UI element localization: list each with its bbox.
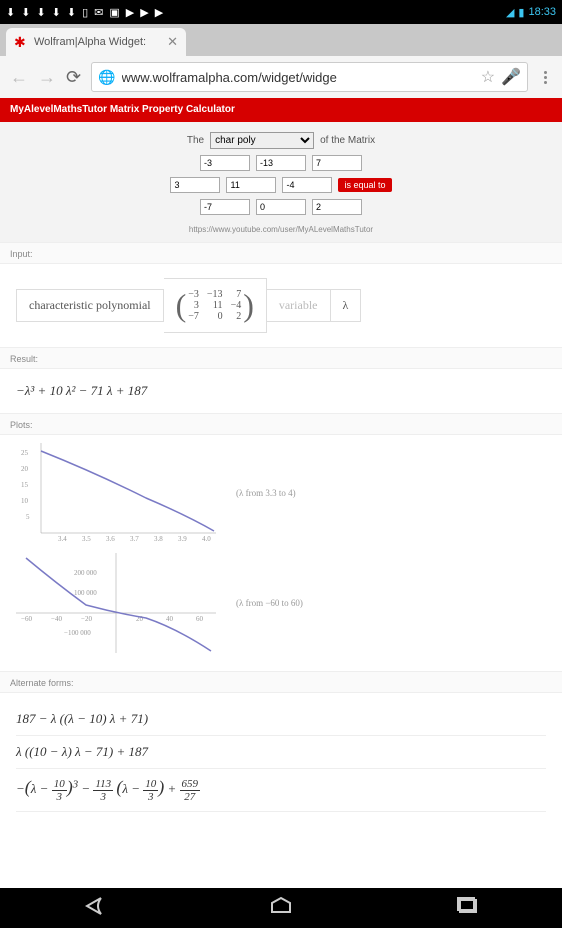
plot1-caption: (λ from 3.3 to 4) [236,488,296,498]
picture-icon: ▣ [109,6,119,19]
cell-variable: variable [267,289,331,322]
back-button[interactable]: ← [10,67,28,88]
plot2-caption: (λ from −60 to 60) [236,598,303,608]
reload-button[interactable]: ⟳ [66,67,81,88]
svg-text:−60: −60 [21,615,32,623]
cell-charpoly: characteristic polynomial [16,289,164,322]
matrix-r1c2[interactable] [256,155,306,171]
android-navbar [0,888,562,928]
matrix-r3c1[interactable] [200,199,250,215]
back-nav-icon[interactable] [81,896,107,921]
download-icon: ⬇ [67,6,76,19]
page-content: MyAlevelMathsTutor Matrix Property Calcu… [0,98,562,888]
recent-nav-icon[interactable] [455,896,481,921]
matrix-r3c2[interactable] [256,199,306,215]
matrix-r1c1[interactable] [200,155,250,171]
svg-text:3.7: 3.7 [130,535,139,543]
download-icon: ⬇ [21,6,30,19]
svg-text:20: 20 [21,465,29,473]
matrix-r2c3[interactable] [282,177,332,193]
svg-text:40: 40 [166,615,174,623]
browser-chrome: ✱ Wolfram|Alpha Widget: ✕ ← → ⟳ 🌐 www.wo… [0,24,562,98]
plot-1: 25 20 15 10 5 3.4 3.5 3.6 3.7 3.8 3.9 4.0 [16,443,216,543]
svg-text:3.9: 3.9 [178,535,187,543]
globe-icon: 🌐 [98,69,115,86]
result-expression: −λ³ + 10 λ² − 71 λ + 187 [0,369,562,413]
forward-button[interactable]: → [38,67,56,88]
matrix-r2c2[interactable] [226,177,276,193]
play-icon: ▶ [155,6,163,19]
alternate-forms: 187 − λ ((λ − 10) λ + 71) λ ((10 − λ) λ … [0,693,562,822]
svg-text:15: 15 [21,481,29,489]
mic-icon[interactable]: 🎤 [501,67,521,87]
tab-title: Wolfram|Alpha Widget: [34,36,146,48]
url-bar[interactable]: 🌐 www.wolframalpha.com/widget/widge ☆ 🎤 [91,62,528,92]
label-ofmatrix: of the Matrix [320,135,375,146]
matrix-r1c3[interactable] [312,155,362,171]
cell-lambda: λ [331,289,362,322]
label-the: The [187,135,204,146]
download-icon: ⬇ [6,6,15,19]
plots-area: 25 20 15 10 5 3.4 3.5 3.6 3.7 3.8 3.9 4.0 (λ fro… [0,435,562,671]
browser-tab[interactable]: ✱ Wolfram|Alpha Widget: ✕ [6,28,186,56]
play-icon: ▶ [126,6,134,19]
close-icon[interactable]: ✕ [167,34,178,50]
download-icon: ⬇ [52,6,61,19]
svg-text:3.6: 3.6 [106,535,115,543]
svg-text:5: 5 [26,513,30,521]
phone-icon: ▯ [82,6,88,19]
menu-button[interactable] [538,71,552,84]
widget-title: MyAlevelMathsTutor Matrix Property Calcu… [0,98,562,122]
section-plots: Plots: [0,413,562,435]
wifi-icon: ◢ [506,6,514,19]
url-text: www.wolframalpha.com/widget/widge [122,70,475,85]
mail-icon: ✉ [94,6,103,19]
cell-matrix: ( −3−137 311−4 −702 ) [164,278,267,333]
section-input: Input: [0,242,562,264]
svg-text:100 000: 100 000 [74,589,97,597]
equal-badge[interactable]: is equal to [338,178,391,192]
input-interpretation: characteristic polynomial ( −3−137 311−4… [0,264,562,347]
svg-text:3.8: 3.8 [154,535,163,543]
svg-text:−20: −20 [81,615,92,623]
svg-text:−100 000: −100 000 [64,629,91,637]
svg-text:10: 10 [21,497,29,505]
alt-form-2: λ ((10 − λ) λ − 71) + 187 [16,736,546,769]
alt-form-3: −(λ − 103)3 − 1133 (λ − 103) + 65927 [16,769,546,812]
youtube-link[interactable]: https://www.youtube.com/user/MyALevelMat… [189,225,373,234]
svg-text:3.4: 3.4 [58,535,67,543]
home-nav-icon[interactable] [268,896,294,921]
svg-text:4.0: 4.0 [202,535,211,543]
favicon-icon: ✱ [14,35,28,49]
svg-text:60: 60 [196,615,204,623]
clock: 18:33 [528,6,556,18]
plot-2: 200 000100 000−100 000 −60−40−20 204060 [16,553,216,653]
svg-text:3.5: 3.5 [82,535,91,543]
play-icon: ▶ [140,6,148,19]
section-altforms: Alternate forms: [0,671,562,693]
android-statusbar: ⬇ ⬇ ⬇ ⬇ ⬇ ▯ ✉ ▣ ▶ ▶ ▶ ◢ ▮ 18:33 [0,0,562,24]
download-icon: ⬇ [36,6,45,19]
property-select[interactable]: char poly [210,132,314,149]
alt-form-1: 187 − λ ((λ − 10) λ + 71) [16,703,546,736]
battery-icon: ▮ [518,6,524,19]
matrix-r2c1[interactable] [170,177,220,193]
svg-text:200 000: 200 000 [74,569,97,577]
svg-text:−40: −40 [51,615,62,623]
svg-text:25: 25 [21,449,29,457]
star-icon[interactable]: ☆ [481,67,495,87]
section-result: Result: [0,347,562,369]
widget-body: The char poly of the Matrix is equal to [0,122,562,242]
matrix-r3c3[interactable] [312,199,362,215]
